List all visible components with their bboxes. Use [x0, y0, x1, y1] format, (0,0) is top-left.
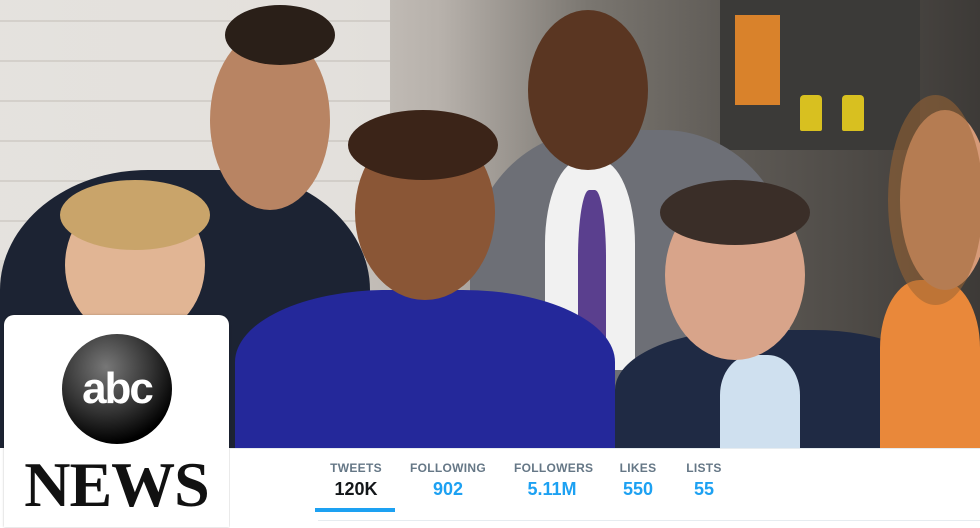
stat-label: LIKES	[619, 461, 657, 475]
divider	[318, 520, 980, 521]
stat-value: 120K	[334, 479, 378, 499]
person-hair	[225, 5, 335, 65]
stat-label: FOLLOWERS	[514, 461, 594, 475]
stat-value: 55	[693, 479, 715, 499]
background-orange-panel	[735, 15, 780, 105]
abc-logo-icon: abc	[62, 334, 172, 444]
person-hair	[660, 180, 810, 245]
active-tab-indicator	[315, 508, 395, 512]
shelf-vase	[800, 95, 822, 131]
person-hair	[60, 180, 210, 250]
person-hair	[348, 110, 498, 180]
stat-label: TWEETS	[330, 461, 382, 475]
stat-following[interactable]: FOLLOWING 902	[410, 461, 486, 500]
person-face	[528, 10, 648, 170]
stat-lists[interactable]: LISTS 55	[686, 461, 722, 500]
shelf-vase	[842, 95, 864, 131]
stat-tweets[interactable]: TWEETS 120K	[330, 461, 382, 500]
stat-label: FOLLOWING	[410, 461, 487, 475]
stat-label: LISTS	[686, 461, 722, 475]
person-shirt	[720, 355, 800, 448]
stat-likes[interactable]: LIKES 550	[619, 461, 657, 500]
stat-value: 5.11M	[527, 479, 577, 499]
person-hair	[888, 95, 980, 305]
news-logo-text: NEWS	[24, 449, 210, 520]
profile-stats-bar: TWEETS 120K FOLLOWING 902 FOLLOWERS 5.11…	[230, 448, 980, 528]
stat-value: 902	[432, 479, 464, 499]
profile-avatar[interactable]: abc NEWS	[4, 315, 229, 527]
abc-logo-text: abc	[82, 364, 154, 413]
stat-followers[interactable]: FOLLOWERS 5.11M	[514, 461, 594, 500]
person-dress	[235, 290, 615, 448]
stat-value: 550	[622, 479, 654, 499]
person-dress	[880, 280, 980, 448]
